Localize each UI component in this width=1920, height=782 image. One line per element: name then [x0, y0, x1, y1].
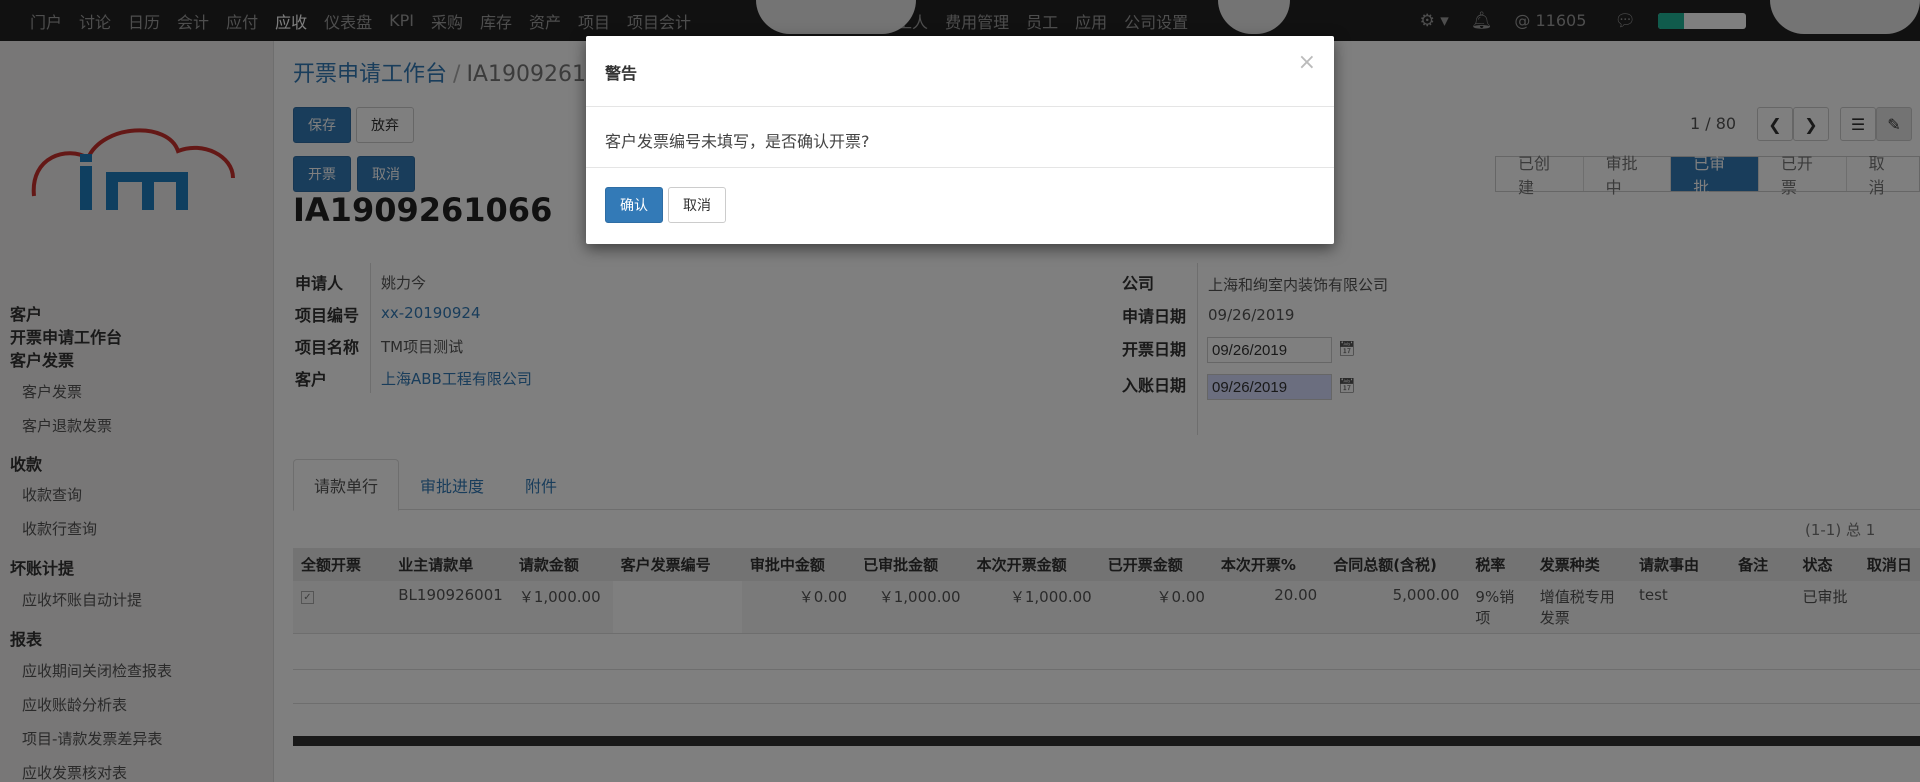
confirm-button[interactable]: 确认	[605, 187, 663, 223]
dialog-footer: 确认 取消	[586, 167, 1334, 244]
dialog-message: 客户发票编号未填写，是否确认开票?	[605, 132, 870, 151]
dialog-header: 警告 ×	[586, 36, 1334, 107]
close-icon[interactable]: ×	[1298, 50, 1316, 75]
dialog-title: 警告	[605, 64, 638, 83]
warning-dialog: 警告 × 客户发票编号未填写，是否确认开票? 确认 取消	[586, 36, 1334, 244]
dialog-cancel-button[interactable]: 取消	[668, 187, 726, 223]
